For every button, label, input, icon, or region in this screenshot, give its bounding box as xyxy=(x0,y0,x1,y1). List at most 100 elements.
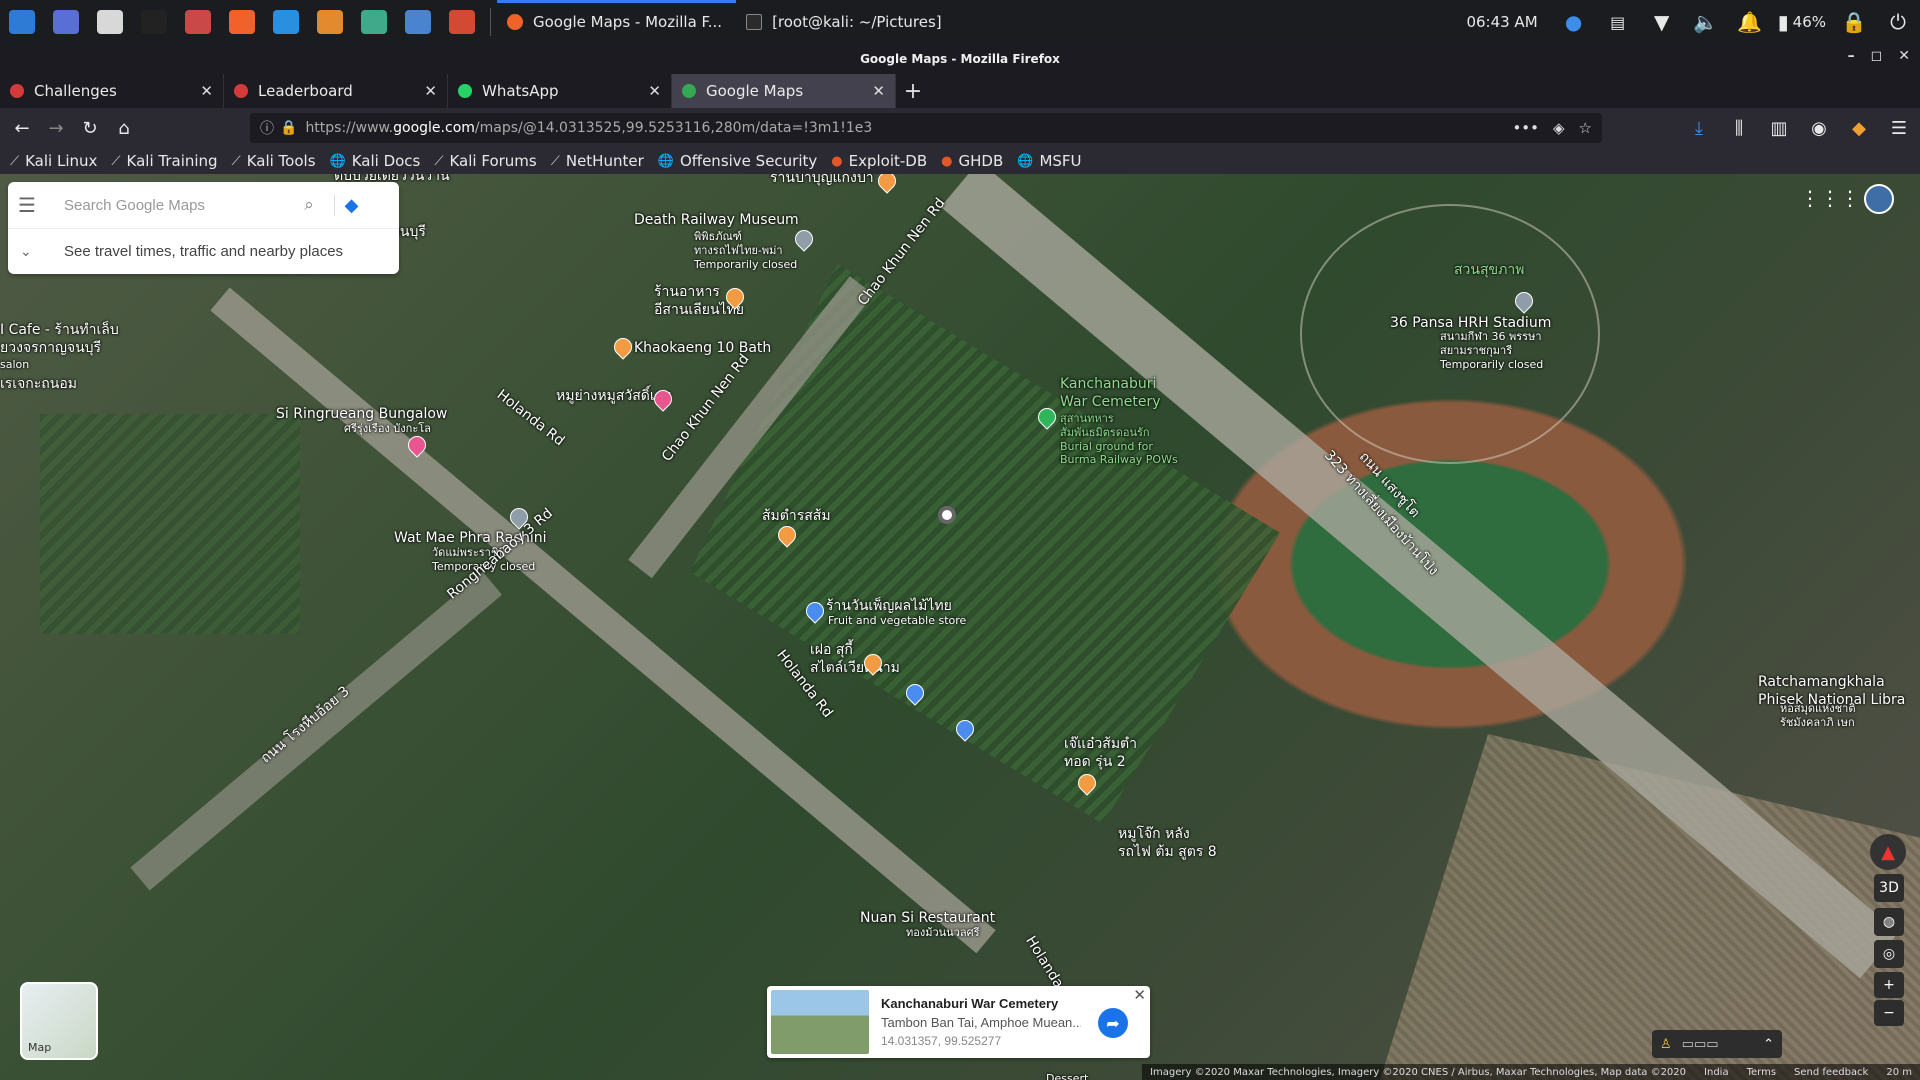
search-icon[interactable]: ⌕ xyxy=(294,195,324,215)
extension-icon[interactable]: ◆ xyxy=(1846,112,1872,144)
tab-leaderboard[interactable]: Leaderboard ✕ xyxy=(224,74,448,108)
vscode-icon[interactable] xyxy=(264,0,308,44)
battery-icon[interactable]: ▮ 46% xyxy=(1772,0,1832,44)
minimize-icon[interactable]: – xyxy=(1848,48,1855,64)
lock-icon[interactable]: 🔒 xyxy=(1832,0,1876,44)
tab-google-maps[interactable]: Google Maps ✕ xyxy=(672,74,896,108)
pegman-icon[interactable]: ♙ xyxy=(1660,1037,1672,1052)
compass-icon[interactable]: ▲ xyxy=(1870,834,1906,870)
chevron-down-icon[interactable]: ⌄ xyxy=(20,243,50,260)
notification-bell-icon[interactable]: 🔔 xyxy=(1728,0,1772,44)
attribution-item[interactable]: Terms xyxy=(1747,1067,1776,1078)
menu-icon[interactable]: ☰ xyxy=(1886,112,1912,144)
attribution-item[interactable]: 20 m xyxy=(1886,1067,1912,1078)
back-icon[interactable]: ← xyxy=(6,112,38,144)
page-actions-icon[interactable]: ••• xyxy=(1512,119,1539,137)
map-place-label[interactable]: I Cafe - ร้านทำเล็บ ยวงจรกาญจนบุรี xyxy=(0,322,119,357)
tab-whatsapp[interactable]: WhatsApp ✕ xyxy=(448,74,672,108)
map-place-label[interactable]: สวนสุขภาพ xyxy=(1454,262,1524,280)
workspace-icon[interactable] xyxy=(44,0,88,44)
attribution-item[interactable]: India xyxy=(1704,1067,1729,1078)
restaurant-pin[interactable] xyxy=(874,174,900,194)
avatar[interactable] xyxy=(1864,184,1894,214)
map-place-label[interactable]: Khaokaeng 10 Bath xyxy=(634,340,771,358)
directions-icon[interactable]: ◆ xyxy=(334,194,368,216)
travel-times-row[interactable]: ⌄ See travel times, traffic and nearby p… xyxy=(8,228,399,274)
imagery-thumbnails[interactable]: ▭▭▭ xyxy=(1682,1037,1719,1052)
directions-button[interactable]: ➦ xyxy=(1098,1008,1128,1038)
pocket-icon[interactable]: ◈ xyxy=(1553,119,1565,137)
map-place-label[interactable]: ร้านป้าบุญแกงป่า xyxy=(770,174,874,188)
keyboard-icon[interactable]: ▤ xyxy=(1596,0,1640,44)
bluetooth-icon[interactable]: ● xyxy=(1552,0,1596,44)
bookmark-nethunter[interactable]: ⟋ NetHunter xyxy=(551,152,644,170)
wireshark-icon[interactable] xyxy=(396,0,440,44)
map-place-label[interactable]: หอสมุดแห่งชาติ รัชมังคลาภิ เษก xyxy=(1780,702,1855,730)
map-place-label[interactable]: ศรีรุ่งเรือง บังกะโล xyxy=(344,422,431,436)
tab-challenges[interactable]: Challenges ✕ xyxy=(0,74,224,108)
close-icon[interactable]: ✕ xyxy=(1898,48,1910,64)
clock[interactable]: 06:43 AM xyxy=(1466,13,1537,31)
bookmark-ghdb[interactable]: ● GHDB xyxy=(941,152,1003,170)
google-apps-icon[interactable]: ⋮⋮⋮ xyxy=(1800,186,1860,210)
power-icon[interactable]: ⏻ xyxy=(1876,0,1920,44)
bookmark-star-icon[interactable]: ☆ xyxy=(1579,119,1592,137)
zoom-out-button[interactable]: − xyxy=(1874,1000,1904,1026)
map-place-label[interactable]: หมูโจ๊ก หลัง รถไฟ ต้ม สูตร 8 xyxy=(1118,826,1217,861)
map-place-label[interactable]: สุสานทหาร สัมพันธมิตรดอนรัก Burial groun… xyxy=(1060,412,1178,467)
account-icon[interactable]: ◉ xyxy=(1806,112,1832,144)
library-icon[interactable]: ⫼ xyxy=(1726,112,1752,144)
map-place-label[interactable]: Nuan Si Restaurant xyxy=(860,910,995,928)
attribution-item[interactable]: Send feedback xyxy=(1794,1067,1868,1078)
search-input[interactable] xyxy=(64,196,284,214)
kali-menu-icon[interactable] xyxy=(0,0,44,44)
expand-icon[interactable]: ⌃ xyxy=(1763,1037,1774,1052)
zoom-in-button[interactable]: + xyxy=(1874,972,1904,998)
map-place-label[interactable]: เจ๊แอ๋วส้มตำ ทอด รุ่น 2 xyxy=(1064,736,1137,771)
bookmark-msfu[interactable]: 🌐 MSFU xyxy=(1017,152,1081,170)
map-place-label[interactable]: ส้มตำรสส้ม xyxy=(762,508,831,526)
maximize-icon[interactable]: ◻ xyxy=(1871,48,1883,64)
dropped-pin-icon[interactable] xyxy=(938,506,956,524)
sidebar-icon[interactable]: ▥ xyxy=(1766,112,1792,144)
map-place-label[interactable]: salon xyxy=(0,358,29,372)
new-tab-button[interactable]: + xyxy=(896,74,930,108)
map-place-label[interactable]: สนามกีฬา 36 พรรษา สยามราชกุมารี Temporar… xyxy=(1440,330,1543,371)
restaurant-pin[interactable] xyxy=(610,334,636,360)
volume-icon[interactable]: 🔈 xyxy=(1684,0,1728,44)
download-icon[interactable]: ⤓ xyxy=(1686,112,1712,144)
tab-close-icon[interactable]: ✕ xyxy=(200,82,213,100)
terminal-icon[interactable] xyxy=(132,0,176,44)
my-location-icon[interactable]: ◎ xyxy=(1874,940,1904,968)
bookmark-kali-docs[interactable]: 🌐 Kali Docs xyxy=(330,152,421,170)
tilt-3d-button[interactable]: 3D xyxy=(1874,874,1904,902)
home-icon[interactable]: ⌂ xyxy=(108,112,140,144)
map-place-label[interactable]: Fruit and vegetable store xyxy=(828,614,966,628)
forward-icon[interactable]: → xyxy=(40,112,72,144)
burp-icon[interactable] xyxy=(440,0,484,44)
globe-icon[interactable]: ◍ xyxy=(1874,908,1904,936)
map-place-label[interactable]: พิพิธภัณฑ์ ทางรถไฟไทย-พม่า Temporarily c… xyxy=(694,230,797,271)
place-card[interactable]: Kanchanaburi War Cemetery Tambon Ban Tai… xyxy=(767,986,1150,1058)
map-place-label[interactable]: Kanchanaburi War Cemetery xyxy=(1060,376,1161,411)
bookmark-exploit-db[interactable]: ● Exploit-DB xyxy=(831,152,927,170)
firefox-icon[interactable] xyxy=(220,0,264,44)
map-place-label[interactable]: เฝอ สุกี้ สไตล์เวียดนาม xyxy=(810,642,900,677)
hamburger-menu-icon[interactable]: ☰ xyxy=(18,193,48,217)
bookmark-kali-linux[interactable]: ⟋ Kali Linux xyxy=(10,152,97,170)
bookmark-kali-forums[interactable]: ⟋ Kali Forums xyxy=(434,152,536,170)
url-bar[interactable]: ⓘ 🔒 https://www. google.com/maps/@14.0313… xyxy=(250,113,1602,143)
close-icon[interactable]: ✕ xyxy=(1133,986,1146,1004)
map-place-label[interactable]: Si Ringrueang Bungalow xyxy=(276,406,447,424)
map-place-label[interactable]: Dessert xyxy=(1046,1072,1088,1080)
maltego-icon[interactable] xyxy=(352,0,396,44)
map-canvas[interactable]: ร้านป้าบุญแกงป่า Death Railway Museum พิพิ… xyxy=(0,174,1920,1080)
site-info-icon[interactable]: ⓘ xyxy=(260,118,274,138)
map-place-label[interactable]: เรเจกะถนอม xyxy=(0,376,77,394)
wifi-icon[interactable]: ▼ xyxy=(1640,0,1684,44)
reload-icon[interactable]: ↻ xyxy=(74,112,106,144)
sublime-icon[interactable] xyxy=(308,0,352,44)
map-place-label[interactable]: ทองม้วนนวลศรี xyxy=(906,926,980,940)
tab-close-icon[interactable]: ✕ xyxy=(872,82,885,100)
taskbar-task-terminal[interactable]: [root@kali: ~/Pictures] xyxy=(736,0,956,44)
